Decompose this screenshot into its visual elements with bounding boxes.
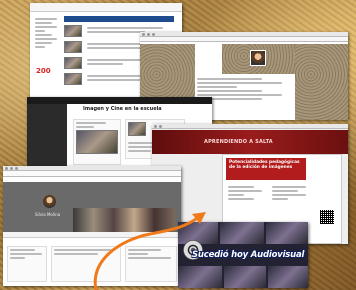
- video-thumbnail[interactable]: [224, 266, 266, 288]
- browser-toolbar: [152, 124, 348, 129]
- video-thumbnail[interactable]: [266, 222, 308, 244]
- address-bar[interactable]: [3, 171, 181, 177]
- info-card: [7, 246, 47, 282]
- red-number: 200: [36, 67, 51, 75]
- video-thumbnail[interactable]: [268, 266, 308, 288]
- left-column: [33, 16, 59, 96]
- blog-post[interactable]: [226, 184, 266, 224]
- profile-name: Silvia Molina: [35, 212, 61, 217]
- group-photo: [73, 208, 175, 232]
- blog-post[interactable]: [270, 184, 310, 224]
- avatar[interactable]: [250, 50, 266, 66]
- avatar[interactable]: [43, 195, 56, 208]
- blue-header-bar: [64, 16, 174, 22]
- screenshot-social-profile: Silvia Molina: [3, 166, 181, 286]
- brand-logo-text: Sucedió hoy Audiovisual: [192, 250, 305, 260]
- page-title: Imagen y Cine en la escuela: [83, 106, 162, 112]
- page-header: [30, 3, 182, 12]
- dark-top-bar: [27, 97, 212, 104]
- background-texture-right: [295, 44, 348, 120]
- video-thumbnail[interactable]: [178, 266, 222, 288]
- profile-tabs[interactable]: [3, 232, 181, 238]
- red-banner: Potencialidades pedagógicas de la edició…: [226, 158, 306, 180]
- blog-title: APRENDIENDO A SALTA: [204, 139, 273, 145]
- sidebar-card: [125, 246, 177, 282]
- dark-sidebar: [27, 104, 67, 171]
- post-card[interactable]: [73, 119, 121, 165]
- video-thumbnail[interactable]: [220, 222, 264, 244]
- video-montage: Sucedió hoy Audiovisual: [178, 222, 308, 288]
- post-card[interactable]: [51, 246, 121, 282]
- address-bar[interactable]: [140, 37, 348, 42]
- qr-code-icon: [320, 210, 334, 224]
